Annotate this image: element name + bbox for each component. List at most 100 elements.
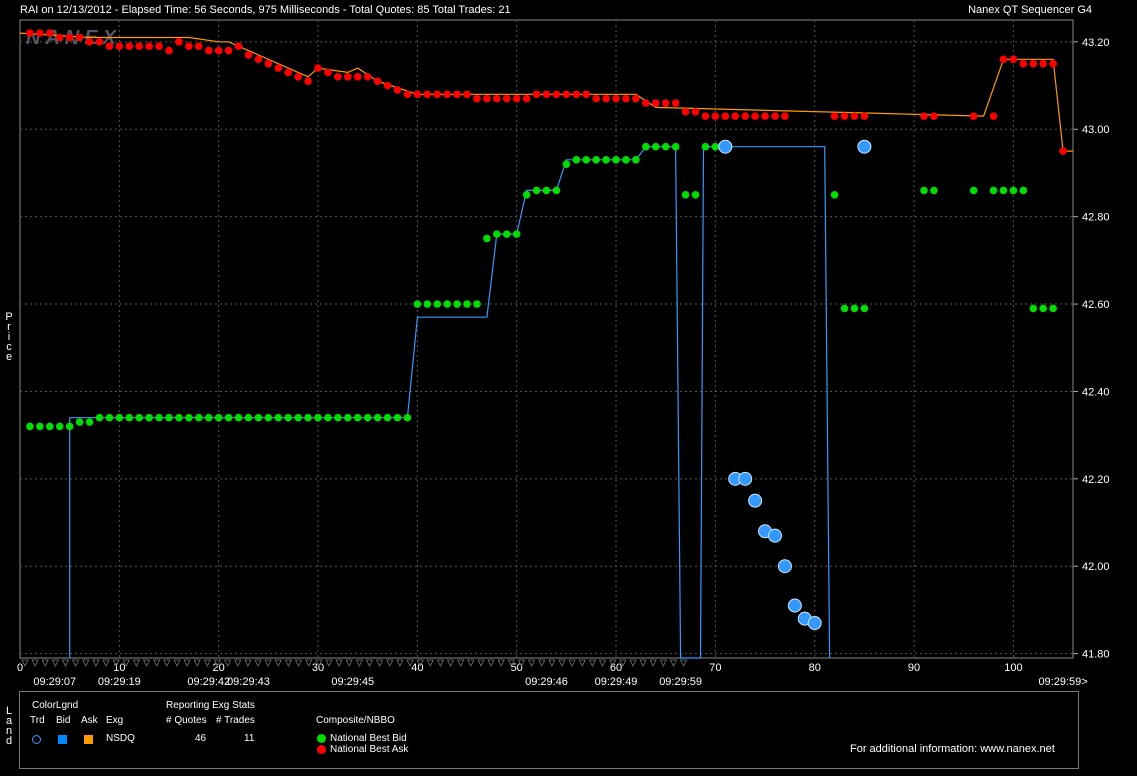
bid-point [522,190,531,199]
legend-col-ask: Ask [81,715,98,726]
time-label: 09:29:07 [33,676,76,688]
ask-point [433,90,442,99]
sequence-marker-icon [203,659,212,667]
bid-point [920,186,928,195]
bid-point [403,413,412,422]
sequence-marker-icon [264,659,272,667]
ask-point [840,112,849,120]
ask-point [165,46,173,55]
quotes-count: 46 [195,733,207,744]
ask-point [95,38,104,46]
nbo-label: National Best Ask [330,744,409,755]
bid-point [165,413,173,422]
sequence-marker-icon [386,659,394,667]
ask-point [850,112,859,120]
sequence-marker-icon [639,659,647,667]
ask-point [999,55,1008,64]
sequence-marker-icon [254,659,262,667]
ask-point [572,90,581,99]
bid-point [264,413,273,422]
bid-point [671,142,680,151]
sequence-marker-icon [497,659,505,667]
ask-point [195,42,203,51]
sequence-marker-icon [669,659,678,667]
ask-point [642,99,650,107]
x-tick-label: 80 [809,662,821,674]
bid-point [632,156,640,164]
bid-point [572,156,581,164]
ask-point [661,99,670,107]
ask-point [1049,59,1057,68]
ask-point [125,42,134,51]
bid-point [95,413,104,422]
ask-point [254,55,263,64]
bid-point [224,413,233,422]
sequence-marker-icon [71,659,80,667]
y-tick-label: 42.80 [1082,212,1110,224]
bid-point [1049,304,1057,313]
price-chart[interactable]: NANEX 43.2043.0042.8042.6042.4042.2042.00… [0,0,1137,690]
ask-point [562,90,571,99]
trade-point [857,139,872,154]
bid-point [85,418,94,426]
bid-point [1019,186,1028,195]
bid-point [284,413,293,422]
bid-point [701,142,710,151]
ask-swatch-icon[interactable] [84,735,93,744]
sequence-marker-icon [132,659,141,667]
sequence-marker-icon [163,659,171,667]
ask-point [75,33,84,42]
sequence-marker-icon [345,659,353,667]
ask-point [920,112,928,120]
ask-point [334,73,342,81]
bid-point [55,422,64,431]
bid-point [26,422,34,431]
legend-col-bid: Bid [56,715,71,726]
legend-title: ColorLgnd [32,700,79,711]
time-label: 09:29:43 [227,676,270,688]
bid-point [145,413,153,422]
bid-point [373,413,382,422]
bid-point [661,142,670,151]
bid-point [602,156,610,164]
sequence-marker-icon [61,659,70,667]
stats-col-trades: # Trades [216,715,255,726]
ask-point [781,112,789,120]
ask-point [671,99,680,107]
footer-link[interactable]: For additional information: www.nanex.ne… [850,743,1055,755]
trade-point [738,471,753,486]
ask-point [105,42,114,51]
sequence-marker-icon [446,659,455,667]
bid-swatch-icon[interactable] [58,735,67,744]
ask-point [761,112,769,120]
trade-point [718,139,733,154]
bid-point [493,230,501,238]
ask-point [344,73,352,81]
bid-point [681,190,690,199]
bid-point [552,186,561,195]
ask-point [26,29,34,37]
bid-point [75,418,84,426]
legend-col-exg: Exg [106,715,124,726]
trade-swatch-icon[interactable] [32,735,41,744]
bid-point [383,413,392,422]
ask-point [632,94,640,103]
bid-point [334,413,342,422]
sequence-marker-icon [355,659,363,667]
ask-point [373,77,382,85]
y-tick-label: 43.20 [1082,37,1110,49]
bid-point [115,413,124,422]
sequence-marker-icon [436,659,445,667]
trade-point [767,528,782,543]
ask-point [314,64,322,72]
ask-point [651,99,660,107]
ask-point [1039,59,1047,68]
sequence-marker-icon [649,659,657,667]
ask-point [135,42,144,51]
y-tick-label: 42.60 [1082,299,1110,311]
bid-point [363,413,372,422]
ask-point [502,94,511,103]
x-tick-label: 100 [1004,662,1022,674]
bid-point [840,304,849,313]
bid-point [473,300,481,308]
